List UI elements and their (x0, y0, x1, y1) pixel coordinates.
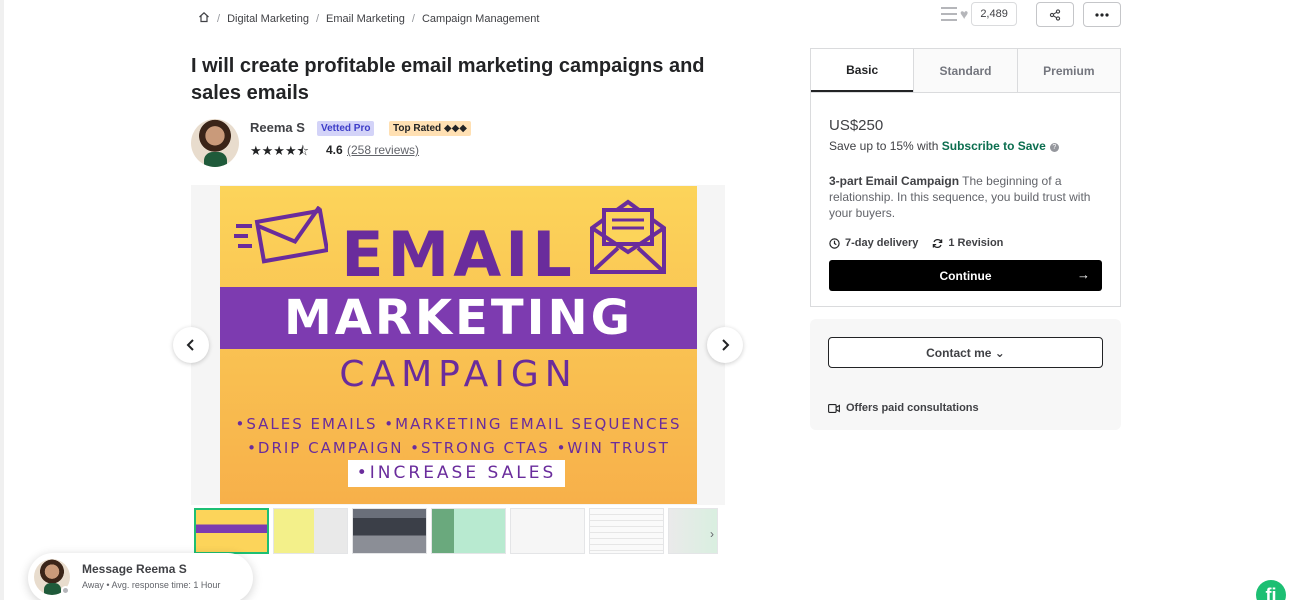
breadcrumb-separator: / (411, 12, 415, 25)
left-edge (0, 0, 4, 600)
continue-label: Continue (939, 268, 992, 283)
delivery-info: 7-day delivery (829, 237, 918, 249)
share-icon (1049, 8, 1061, 21)
rating-stars-icon: ★★★★⯪ (250, 143, 309, 158)
heart-icon[interactable]: ♥ (960, 6, 968, 22)
subscribe-to-save-link[interactable]: Subscribe to Save (942, 139, 1046, 153)
paid-consultations: Offers paid consultations (828, 402, 979, 414)
breadcrumb-separator: / (217, 12, 221, 25)
revision-info: 1 Revision (932, 237, 1003, 249)
tab-premium[interactable]: Premium (1016, 49, 1120, 92)
thumbnail-1[interactable] (194, 508, 269, 554)
slide-bullets-line3: •INCREASE SALES (348, 460, 565, 487)
thumbnail-2[interactable] (273, 508, 348, 554)
breadcrumb-digital-marketing[interactable]: Digital Marketing (227, 13, 309, 25)
tab-basic[interactable]: Basic (811, 49, 914, 92)
message-status: Away • Avg. response time: 1 Hour (82, 580, 221, 590)
thumbnail-3[interactable] (352, 508, 427, 554)
breadcrumb-email-marketing[interactable]: Email Marketing (326, 13, 405, 25)
more-icon (1095, 12, 1109, 17)
gig-actions: ♥ 2,489 (941, 2, 1017, 26)
subscribe-save-text: Save up to 15% with Subscribe to Save? (829, 139, 1059, 153)
breadcrumb-separator: / (315, 12, 320, 25)
gallery-thumbnails (194, 508, 718, 554)
vetted-pro-badge: Vetted Pro (317, 121, 375, 136)
delivery-text: 7-day delivery (845, 237, 919, 249)
tab-standard[interactable]: Standard (913, 49, 1017, 92)
reviews-link[interactable]: (258 reviews) (347, 143, 419, 157)
slide-headline-marketing: MARKETING (283, 290, 634, 346)
rating-value: 4.6 (326, 143, 343, 157)
video-camera-icon (828, 403, 840, 413)
package-box: Basic Standard Premium US$250 Save up to… (810, 48, 1121, 307)
collection-icon[interactable] (941, 7, 957, 21)
thumbnails-next-icon[interactable]: › (710, 527, 714, 541)
package-description: 3-part Email Campaign The beginning of a… (829, 173, 1109, 221)
contact-me-button[interactable]: Contact me ⌄ (828, 337, 1103, 368)
package-title: 3-part Email Campaign (829, 174, 960, 188)
message-seller-name: Message Reema S (82, 562, 187, 576)
gallery-next-button[interactable] (707, 327, 743, 363)
likes-count[interactable]: 2,489 (971, 2, 1017, 26)
seller-avatar[interactable] (191, 119, 239, 167)
refresh-icon (933, 238, 943, 248)
gig-title: I will create profitable email marketing… (191, 55, 705, 104)
breadcrumb-campaign-management[interactable]: Campaign Management (422, 13, 539, 25)
gallery-prev-button[interactable] (173, 327, 209, 363)
message-seller-bubble[interactable]: Message Reema S Away • Avg. response tim… (28, 553, 253, 600)
home-icon[interactable] (198, 11, 210, 26)
thumbnail-4[interactable] (431, 508, 506, 554)
slide-headline-campaign: CAMPAIGN (339, 354, 578, 395)
thumbnail-6[interactable] (589, 508, 664, 554)
clock-icon (829, 237, 840, 249)
gallery-slide[interactable]: EMAIL MARKETING CAMPAIGN •SALES EMAILS •… (220, 186, 697, 504)
breadcrumb: / Digital Marketing / Email Marketing / … (198, 11, 539, 26)
gig-gallery: EMAIL MARKETING CAMPAIGN •SALES EMAILS •… (191, 185, 725, 505)
continue-button[interactable]: Continue → (829, 260, 1102, 291)
top-rated-badge: Top Rated ◆◆◆ (389, 121, 471, 136)
chevron-left-icon (186, 339, 194, 351)
thumbnail-5[interactable] (510, 508, 585, 554)
package-price: US$250 (829, 117, 884, 134)
paid-consultations-text: Offers paid consultations (846, 402, 979, 414)
away-status-icon (61, 586, 70, 595)
more-options-button[interactable] (1083, 2, 1121, 27)
package-meta: 7-day delivery 1 Revision (829, 237, 1017, 249)
contact-box: Contact me ⌄ Offers paid consultations (810, 319, 1121, 430)
save-text: Save up to 15% with (829, 139, 942, 153)
help-icon[interactable]: ? (1049, 143, 1059, 152)
share-button[interactable] (1036, 2, 1074, 27)
slide-headline-email: EMAIL (341, 218, 576, 291)
fiverr-logo-icon[interactable]: fi (1256, 580, 1286, 600)
revision-text: 1 Revision (948, 237, 1004, 249)
chevron-right-icon (722, 339, 730, 351)
seller-name[interactable]: Reema S (250, 120, 305, 135)
slide-bullets-line2: •DRIP CAMPAIGN •STRONG CTAS •WIN TRUST (247, 439, 670, 457)
slide-bullets-line1: •SALES EMAILS •MARKETING EMAIL SEQUENCES (235, 415, 682, 433)
arrow-right-icon: → (1077, 267, 1090, 282)
package-tabs: Basic Standard Premium (811, 49, 1120, 93)
